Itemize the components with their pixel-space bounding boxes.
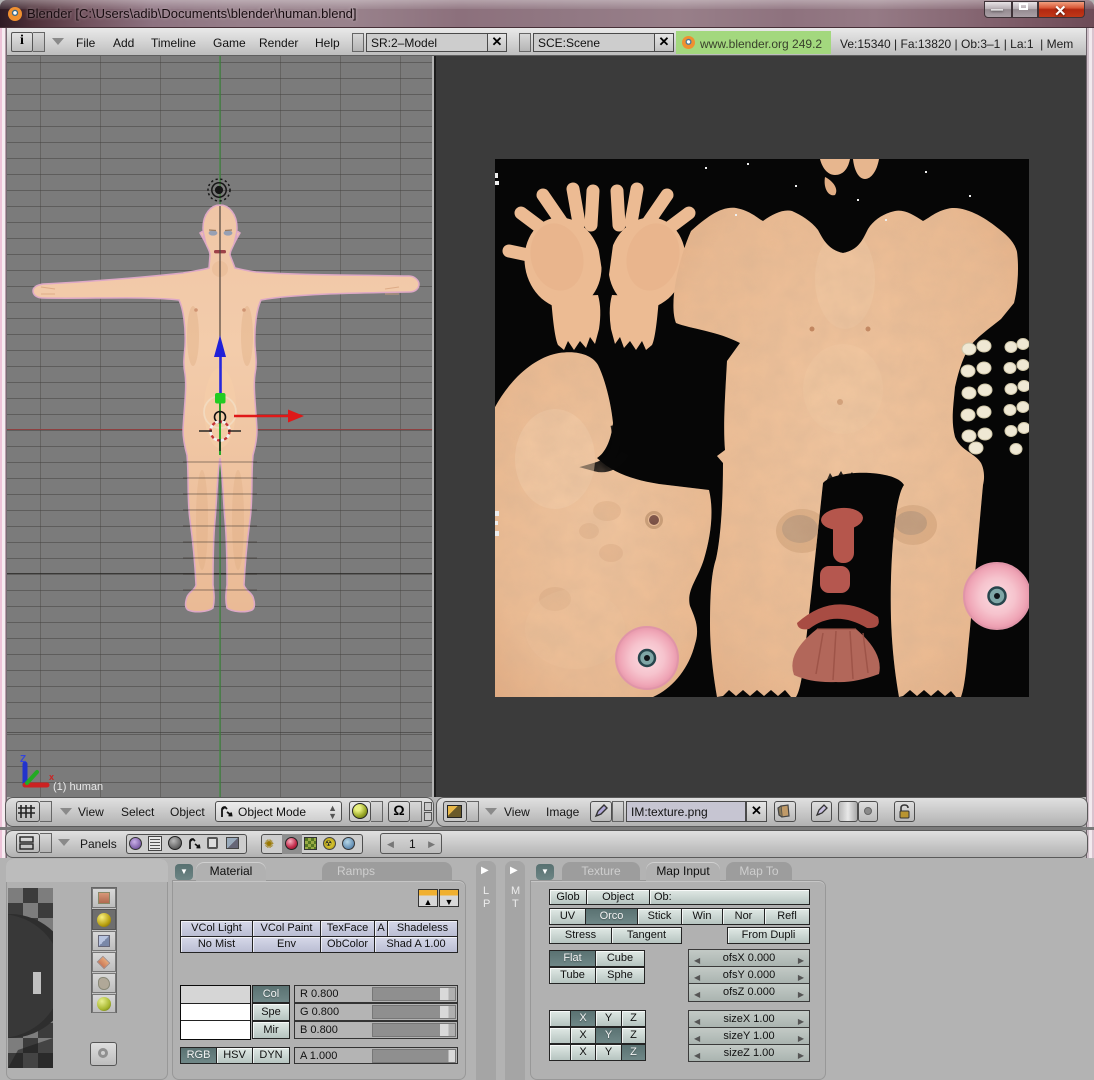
- svg-text:(1) human: (1) human: [53, 781, 103, 793]
- svg-text:Z: Z: [20, 754, 26, 765]
